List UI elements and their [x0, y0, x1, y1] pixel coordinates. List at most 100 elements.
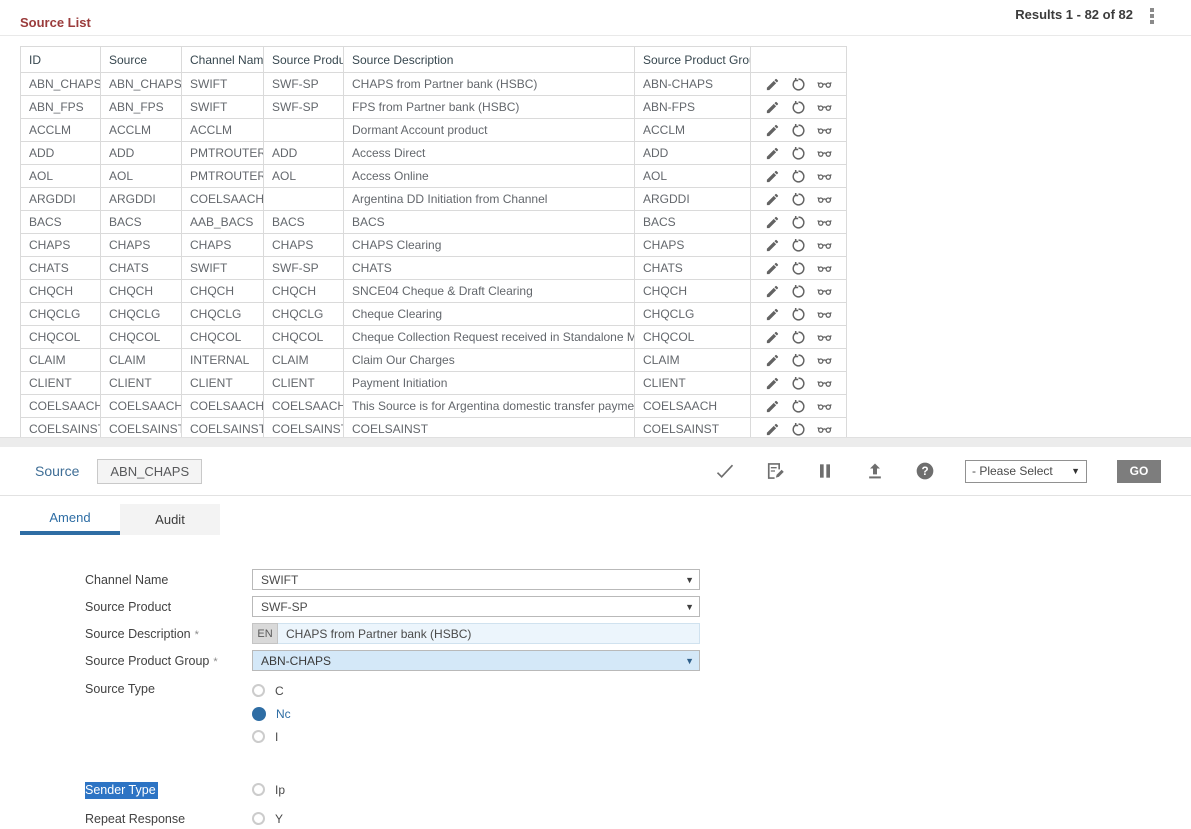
table-row[interactable]: ABN_FPS ABN_FPS SWIFT SWF-SP FPS from Pa…: [21, 96, 847, 119]
edit-icon[interactable]: [765, 284, 780, 299]
channel-name-select[interactable]: SWIFT ▼: [252, 569, 700, 590]
table-row[interactable]: CHQCH CHQCH CHQCH CHQCH SNCE04 Cheque & …: [21, 280, 847, 303]
edit-icon[interactable]: [765, 422, 780, 437]
view-icon[interactable]: [817, 123, 832, 138]
restore-icon[interactable]: [791, 238, 806, 253]
tab-audit[interactable]: Audit: [120, 504, 220, 535]
view-icon[interactable]: [817, 192, 832, 207]
table-row[interactable]: ACCLM ACCLM ACCLM Dormant Account produc…: [21, 119, 847, 142]
edit-icon[interactable]: [765, 307, 780, 322]
cell-channel-name: CHQCLG: [182, 303, 264, 326]
table-row[interactable]: ARGDDI ARGDDI COELSAACH Argentina DD Ini…: [21, 188, 847, 211]
view-icon[interactable]: [817, 376, 832, 391]
amend-document-icon[interactable]: [765, 461, 785, 481]
go-button[interactable]: GO: [1117, 460, 1161, 483]
edit-icon[interactable]: [765, 261, 780, 276]
table-row[interactable]: ADD ADD PMTROUTER ADD Access Direct ADD: [21, 142, 847, 165]
edit-icon[interactable]: [765, 238, 780, 253]
edit-icon[interactable]: [765, 146, 780, 161]
help-icon[interactable]: ?: [915, 461, 935, 481]
edit-icon[interactable]: [765, 123, 780, 138]
action-select[interactable]: - Please Select ▼: [965, 460, 1087, 483]
view-icon[interactable]: [817, 399, 832, 414]
amend-form: Channel Name SWIFT ▼ Source Product SWF-…: [0, 569, 1191, 829]
table-row[interactable]: CLIENT CLIENT CLIENT CLIENT Payment Init…: [21, 372, 847, 395]
edit-icon[interactable]: [765, 330, 780, 345]
table-row[interactable]: COELSAINST COELSAINST COELSAINST COELSAI…: [21, 418, 847, 438]
table-row[interactable]: BACS BACS AAB_BACS BACS BACS BACS: [21, 211, 847, 234]
restore-icon[interactable]: [791, 261, 806, 276]
view-icon[interactable]: [817, 100, 832, 115]
table-row[interactable]: CLAIM CLAIM INTERNAL CLAIM Claim Our Cha…: [21, 349, 847, 372]
source-product-select[interactable]: SWF-SP ▼: [252, 596, 700, 617]
channel-name-value: SWIFT: [261, 573, 298, 587]
edit-icon[interactable]: [765, 169, 780, 184]
cell-source-product-group: COELSAINST: [635, 418, 751, 438]
cell-id: ARGDDI: [21, 188, 101, 211]
view-icon[interactable]: [817, 169, 832, 184]
kebab-menu-icon[interactable]: [1143, 6, 1161, 26]
view-icon[interactable]: [817, 284, 832, 299]
restore-icon[interactable]: [791, 146, 806, 161]
edit-icon[interactable]: [765, 100, 780, 115]
cell-source-description: CHAPS Clearing: [344, 234, 635, 257]
tab-amend[interactable]: Amend: [20, 504, 120, 535]
view-icon[interactable]: [817, 353, 832, 368]
restore-icon[interactable]: [791, 77, 806, 92]
view-icon[interactable]: [817, 146, 832, 161]
source-product-group-select[interactable]: ABN-CHAPS ▼: [252, 650, 700, 671]
restore-icon[interactable]: [791, 169, 806, 184]
view-icon[interactable]: [817, 77, 832, 92]
radio-source-type-c[interactable]: C: [252, 679, 291, 702]
edit-icon[interactable]: [765, 376, 780, 391]
column-header-id: ID: [21, 47, 101, 73]
edit-icon[interactable]: [765, 215, 780, 230]
view-icon[interactable]: [817, 422, 832, 437]
edit-icon[interactable]: [765, 192, 780, 207]
table-row[interactable]: CHAPS CHAPS CHAPS CHAPS CHAPS Clearing C…: [21, 234, 847, 257]
view-icon[interactable]: [817, 215, 832, 230]
source-description-input[interactable]: [278, 623, 700, 644]
cell-source-product-group: CHQCH: [635, 280, 751, 303]
restore-icon[interactable]: [791, 123, 806, 138]
hold-pause-icon[interactable]: [815, 461, 835, 481]
radio-icon: [252, 730, 265, 743]
restore-icon[interactable]: [791, 100, 806, 115]
table-row[interactable]: COELSAACH COELSAACH COELSAACH COELSAACH …: [21, 395, 847, 418]
cell-source-product: AOL: [264, 165, 344, 188]
radio-repeat-response-y[interactable]: Y: [252, 807, 283, 829]
restore-icon[interactable]: [791, 376, 806, 391]
edit-icon[interactable]: [765, 77, 780, 92]
approve-check-icon[interactable]: [715, 461, 735, 481]
restore-icon[interactable]: [791, 307, 806, 322]
restore-icon[interactable]: [791, 330, 806, 345]
edit-icon[interactable]: [765, 353, 780, 368]
view-icon[interactable]: [817, 261, 832, 276]
radio-source-type-nc[interactable]: Nc: [252, 702, 291, 725]
radio-source-type-i[interactable]: I: [252, 725, 291, 748]
restore-icon[interactable]: [791, 399, 806, 414]
view-icon[interactable]: [817, 330, 832, 345]
restore-icon[interactable]: [791, 284, 806, 299]
edit-icon[interactable]: [765, 399, 780, 414]
table-row[interactable]: AOL AOL PMTROUTER AOL Access Online AOL: [21, 165, 847, 188]
cell-id: ADD: [21, 142, 101, 165]
restore-icon[interactable]: [791, 422, 806, 437]
cell-source-product: CHQCOL: [264, 326, 344, 349]
table-row[interactable]: ABN_CHAPS ABN_CHAPS SWIFT SWF-SP CHAPS f…: [21, 73, 847, 96]
restore-icon[interactable]: [791, 353, 806, 368]
restore-icon[interactable]: [791, 215, 806, 230]
table-row[interactable]: CHATS CHATS SWIFT SWF-SP CHATS CHATS: [21, 257, 847, 280]
view-icon[interactable]: [817, 307, 832, 322]
table-row[interactable]: CHQCLG CHQCLG CHQCLG CHQCLG Cheque Clear…: [21, 303, 847, 326]
upload-icon[interactable]: [865, 461, 885, 481]
source-product-value: SWF-SP: [261, 600, 308, 614]
cell-id: CLIENT: [21, 372, 101, 395]
restore-icon[interactable]: [791, 192, 806, 207]
cell-source-product: [264, 188, 344, 211]
table-row[interactable]: CHQCOL CHQCOL CHQCOL CHQCOL Cheque Colle…: [21, 326, 847, 349]
view-icon[interactable]: [817, 238, 832, 253]
radio-sender-type-ip[interactable]: Ip: [252, 778, 285, 801]
source-description-label: Source Description*: [0, 627, 252, 641]
cell-source-description: SNCE04 Cheque & Draft Clearing: [344, 280, 635, 303]
